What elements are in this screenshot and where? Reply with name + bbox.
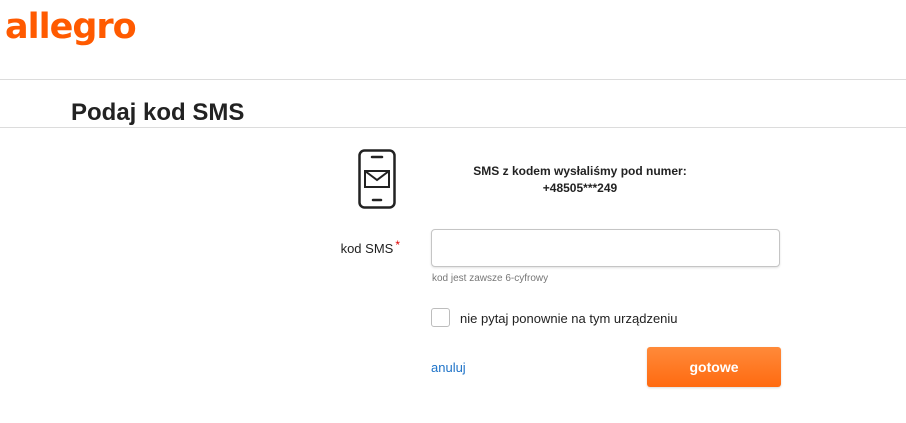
submit-button[interactable]: gotowe [647,347,781,387]
cancel-link[interactable]: anuluj [431,360,466,375]
sms-info: SMS z kodem wysłaliśmy pod numer: +48505… [440,163,720,197]
header: allegro [0,0,906,80]
required-mark: * [395,238,400,252]
sms-code-label: kod SMS * [300,238,400,256]
remember-device-label[interactable]: nie pytaj ponownie na tym urządzeniu [460,311,678,326]
allegro-logo[interactable]: allegro [5,7,137,47]
sms-info-text: SMS z kodem wysłaliśmy pod numer: [473,164,687,178]
masked-phone-number: +48505***249 [542,181,618,195]
sms-code-label-text: kod SMS [340,241,394,256]
page-title: Podaj kod SMS [71,99,245,126]
sms-code-input[interactable] [431,229,780,267]
title-divider [0,127,906,128]
phone-message-icon [358,149,396,209]
remember-device-checkbox[interactable] [431,308,450,327]
code-hint: kod jest zawsze 6-cyfrowy [432,273,549,284]
